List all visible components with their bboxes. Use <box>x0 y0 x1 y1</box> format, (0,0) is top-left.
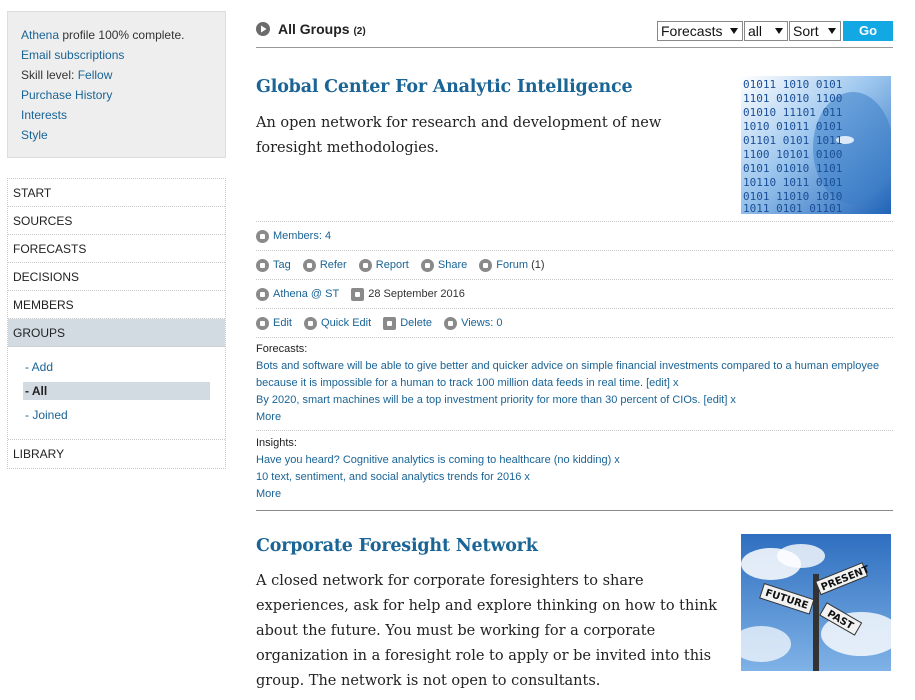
svg-text:01010 11101 011: 01010 11101 011 <box>743 106 842 119</box>
svg-text:1100 10101 0100: 1100 10101 0100 <box>743 148 842 161</box>
forum-icon <box>479 258 493 272</box>
nav-library[interactable]: LIBRARY <box>8 440 225 468</box>
nav-start[interactable]: START <box>8 179 225 207</box>
type-filter-value: Forecasts <box>661 23 723 39</box>
refer-link[interactable]: Refer <box>320 251 347 279</box>
tag-icon <box>256 258 269 272</box>
skill-level-link[interactable]: Fellow <box>78 68 113 82</box>
sort-select[interactable]: Sort <box>789 21 841 41</box>
info-icon <box>302 258 316 272</box>
group-separator <box>256 510 893 511</box>
forecast-item[interactable]: By 2020, smart machines will be a top in… <box>256 392 893 409</box>
author-row: Athena @ ST 28 September 2016 <box>256 279 893 307</box>
trash-icon <box>383 316 397 330</box>
insights-more-link[interactable]: More <box>256 486 893 503</box>
profile-complete-text: profile 100% complete. <box>59 28 185 42</box>
forecasts-label: Forecasts: <box>256 343 308 355</box>
type-filter-select[interactable]: Forecasts <box>657 21 743 41</box>
sort-value: Sort <box>793 23 819 39</box>
purchase-history-link[interactable]: Purchase History <box>21 88 112 102</box>
chevron-down-icon <box>828 28 836 34</box>
report-icon <box>358 258 372 272</box>
groups-header: All Groups (2) Forecasts all Sort Go <box>256 18 893 48</box>
svg-text:01101 0101 1011: 01101 0101 1011 <box>743 134 842 147</box>
views-link[interactable]: Views: 0 <box>461 309 502 337</box>
svg-text:10110 1011 0101: 10110 1011 0101 <box>743 176 842 189</box>
forecasts-more-link[interactable]: More <box>256 409 893 426</box>
email-subscriptions-link[interactable]: Email subscriptions <box>21 48 124 62</box>
calendar-icon <box>351 287 365 301</box>
group-title[interactable]: Global Center For Analytic Intelligence <box>256 77 633 97</box>
divider <box>256 337 893 338</box>
group-description: An open network for research and develop… <box>256 115 662 156</box>
pencil-icon <box>256 316 269 330</box>
share-icon <box>420 258 434 272</box>
profile-box: Athena profile 100% complete. Email subs… <box>7 11 226 158</box>
user-icon <box>256 287 269 301</box>
share-link[interactable]: Share <box>438 251 467 279</box>
forum-link[interactable]: Forum <box>496 251 528 279</box>
quick-edit-icon <box>304 316 318 330</box>
scope-filter-value: all <box>748 23 763 39</box>
author-link[interactable]: Athena @ ST <box>273 280 339 308</box>
chevron-down-icon <box>775 28 783 34</box>
nav-members[interactable]: MEMBERS <box>8 291 225 319</box>
page-title-text: All Groups <box>278 21 350 37</box>
profile-link[interactable]: Athena <box>21 28 59 42</box>
divider <box>256 430 893 431</box>
subnav-all[interactable]: - All <box>23 382 210 400</box>
nav-decisions[interactable]: DECISIONS <box>8 263 225 291</box>
nav-groups[interactable]: GROUPS <box>8 319 225 347</box>
profile-complete-line: Athena profile 100% complete. <box>21 28 225 48</box>
group-count: (2) <box>353 26 366 37</box>
style-link[interactable]: Style <box>21 128 48 142</box>
nav-forecasts[interactable]: FORECASTS <box>8 235 225 263</box>
svg-text:1011 0101 01101: 1011 0101 01101 <box>743 202 842 214</box>
svg-text:01011 1010 0101: 01011 1010 0101 <box>743 78 842 91</box>
scope-filter-select[interactable]: all <box>744 21 788 41</box>
nav-sources[interactable]: SOURCES <box>8 207 225 235</box>
svg-text:1101 01010 1100: 1101 01010 1100 <box>743 92 842 105</box>
insight-item[interactable]: Have you heard? Cognitive analytics is c… <box>256 452 893 469</box>
forecasts-block: Forecasts: Bots and software will be abl… <box>256 341 893 426</box>
quick-edit-link[interactable]: Quick Edit <box>321 309 371 337</box>
insight-item[interactable]: 10 text, sentiment, and social analytics… <box>256 469 893 486</box>
group-image-signpost: PRESENT FUTURE PAST <box>741 534 891 671</box>
members-link[interactable]: Members: 4 <box>273 222 331 250</box>
created-date: 28 September 2016 <box>368 288 465 300</box>
svg-text:0101 01010 1101: 0101 01010 1101 <box>743 162 842 175</box>
subnav-joined[interactable]: - Joined <box>23 403 210 427</box>
chevron-down-icon <box>730 28 738 34</box>
forecast-item[interactable]: Bots and software will be able to give b… <box>256 358 893 392</box>
lock-icon <box>256 229 269 243</box>
members-row: Members: 4 <box>256 221 893 249</box>
actions-row: Tag Refer Report Share Forum (1) <box>256 250 893 278</box>
skill-level-label: Skill level: <box>21 68 78 82</box>
insights-label: Insights: <box>256 437 297 449</box>
main-nav: START SOURCES FORECASTS DECISIONS MEMBER… <box>7 178 226 469</box>
play-circle-icon <box>256 22 270 36</box>
admin-row: Edit Quick Edit Delete Views: 0 <box>256 308 893 336</box>
edit-link[interactable]: Edit <box>273 309 292 337</box>
group-description: A closed network for corporate foresight… <box>256 573 718 689</box>
subnav-add[interactable]: - Add <box>23 355 210 379</box>
tag-link[interactable]: Tag <box>273 251 291 279</box>
report-link[interactable]: Report <box>376 251 409 279</box>
delete-link[interactable]: Delete <box>400 309 432 337</box>
page-title: All Groups (2) <box>278 21 366 37</box>
group-image-binary-face: 01011 1010 0101 1101 01010 1100 01010 11… <box>741 76 891 214</box>
go-button[interactable]: Go <box>843 21 893 41</box>
group-title[interactable]: Corporate Foresight Network <box>256 536 538 556</box>
interests-link[interactable]: Interests <box>21 108 67 122</box>
groups-subnav: - Add - All - Joined <box>8 347 225 440</box>
views-play-icon <box>444 316 458 330</box>
insights-block: Insights: Have you heard? Cognitive anal… <box>256 435 893 503</box>
svg-text:1010 01011 0101: 1010 01011 0101 <box>743 120 842 133</box>
forum-count: (1) <box>531 259 545 271</box>
